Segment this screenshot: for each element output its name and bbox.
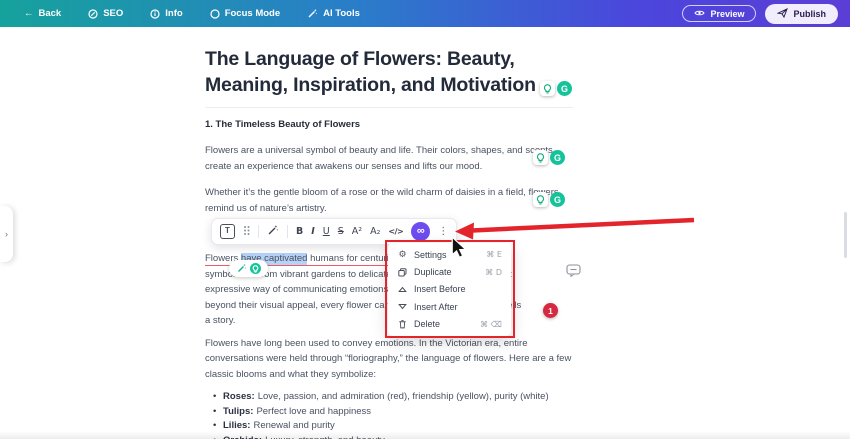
lightbulb-icon[interactable] [540, 81, 555, 96]
focus-mode-label: Focus Mode [225, 8, 280, 19]
seo-button[interactable]: SEO [88, 8, 123, 19]
duplicate-icon [397, 268, 408, 277]
list-item[interactable]: Tulips:Perfect love and happiness [223, 405, 645, 420]
menu-shortcut: ⌘ ⌫ [480, 320, 502, 329]
focus-mode-icon [210, 9, 220, 19]
topbar-actions: Preview Publish [682, 4, 850, 24]
suggestion-icons-title: G [540, 81, 572, 96]
toolbar-separator [258, 225, 259, 238]
back-button[interactable]: ← Back [24, 8, 61, 19]
list-item[interactable]: Roses:Love, passion, and admiration (red… [223, 390, 645, 405]
list-desc: Renewal and purity [253, 420, 334, 431]
info-button[interactable]: Info [150, 8, 182, 19]
suggestion-count-badge[interactable]: 1 [543, 303, 558, 318]
seo-icon [88, 9, 98, 19]
more-options-button[interactable]: ⋮ [438, 219, 448, 244]
block-context-menu: ⚙ Settings ⌘ E Duplicate ⌘ D Insert Befo… [388, 243, 511, 336]
trash-icon [397, 319, 408, 329]
scrollbar-thumb[interactable] [844, 212, 847, 258]
ai-wand-button[interactable] [267, 223, 279, 241]
grammarly-icon[interactable]: G [550, 192, 565, 207]
top-nav: ← Back SEO Info Focus Mode [0, 8, 360, 19]
link-button[interactable]: ∞ [411, 222, 430, 241]
insert-after-icon [397, 303, 408, 310]
eye-icon [694, 9, 705, 19]
list-item[interactable]: Orchids:Luxury, strength, and beauty [223, 434, 645, 439]
menu-item-duplicate[interactable]: Duplicate ⌘ D [388, 263, 511, 280]
bold-button[interactable]: B [296, 219, 303, 244]
info-label: Info [165, 8, 182, 19]
block-divider [205, 107, 573, 108]
back-label: Back [39, 8, 62, 19]
menu-shortcut: ⌘ D [485, 268, 502, 277]
sidebar-expand-handle[interactable]: › [0, 206, 13, 262]
menu-label: Duplicate [414, 267, 452, 277]
lightbulb-icon[interactable] [533, 150, 548, 165]
info-icon [150, 9, 160, 19]
menu-item-insert-before[interactable]: Insert Before [388, 281, 511, 298]
superscript-button[interactable]: A² [352, 219, 362, 244]
list-desc: Luxury, strength, and beauty [265, 435, 385, 439]
menu-label: Delete [414, 319, 440, 329]
list-term: Roses: [223, 391, 255, 402]
paragraph-4[interactable]: Flowers have long been used to convey em… [205, 336, 645, 383]
seo-label: SEO [103, 8, 123, 19]
list-desc: Perfect love and happiness [256, 406, 371, 417]
publish-label: Publish [793, 9, 826, 19]
paragraph-1[interactable]: Flowers are a universal symbol of beauty… [205, 143, 645, 174]
focus-mode-button[interactable]: Focus Mode [210, 8, 280, 19]
format-toolbar: T B I U S A² A₂ </> ∞ ⋮ [211, 218, 457, 245]
insert-before-icon [397, 286, 408, 293]
list-term: Orchids: [223, 435, 262, 439]
preview-button[interactable]: Preview [682, 5, 756, 22]
back-arrow-icon: ← [24, 8, 34, 19]
suggestion-icons-p2: G [533, 192, 565, 207]
underline-button[interactable]: U [323, 219, 330, 244]
strikethrough-button[interactable]: S [338, 219, 344, 244]
list-term: Lilies: [223, 420, 250, 431]
paragraph-2[interactable]: Whether it’s the gentle bloom of a rose … [205, 185, 645, 216]
inline-suggestion-pill[interactable] [229, 260, 268, 277]
menu-item-delete[interactable]: Delete ⌘ ⌫ [388, 316, 511, 333]
block-type-button[interactable]: T [220, 224, 235, 239]
drag-handle-icon[interactable] [243, 223, 250, 241]
menu-label: Settings [414, 250, 447, 260]
grammarly-icon[interactable]: G [550, 150, 565, 165]
menu-shortcut: ⌘ E [486, 250, 502, 259]
suggestion-icons-p1: G [533, 150, 565, 165]
magic-wand-icon [307, 8, 318, 19]
ai-tools-label: AI Tools [323, 8, 360, 19]
editor-window: ← Back SEO Info Focus Mode [0, 0, 850, 439]
chevron-right-icon: › [5, 229, 8, 239]
magic-wand-icon [237, 260, 247, 278]
top-bar: ← Back SEO Info Focus Mode [0, 0, 850, 27]
menu-label: Insert After [414, 302, 458, 312]
subscript-button[interactable]: A₂ [370, 219, 380, 244]
list-item[interactable]: Lilies:Renewal and purity [223, 419, 645, 434]
ai-tools-button[interactable]: AI Tools [307, 8, 360, 19]
code-button[interactable]: </> [388, 219, 403, 244]
lightbulb-icon [250, 263, 261, 274]
toolbar-separator [287, 225, 288, 238]
preview-label: Preview [710, 9, 744, 19]
comment-icon[interactable] [566, 264, 581, 282]
italic-button[interactable]: I [311, 219, 315, 244]
page-title[interactable]: The Language of Flowers: Beauty, Meaning… [205, 46, 645, 98]
symbolism-list: Roses:Love, passion, and admiration (red… [205, 390, 645, 439]
menu-item-settings[interactable]: ⚙ Settings ⌘ E [388, 246, 511, 263]
list-desc: Love, passion, and admiration (red), fri… [258, 391, 549, 402]
section-heading[interactable]: 1. The Timeless Beauty of Flowers [205, 119, 645, 130]
menu-item-insert-after[interactable]: Insert After [388, 298, 511, 315]
menu-label: Insert Before [414, 284, 466, 294]
publish-button[interactable]: Publish [765, 4, 838, 24]
paper-plane-icon [777, 8, 788, 20]
gear-icon: ⚙ [397, 250, 408, 260]
lightbulb-icon[interactable] [533, 192, 548, 207]
list-term: Tulips: [223, 406, 253, 417]
grammarly-icon[interactable]: G [557, 81, 572, 96]
